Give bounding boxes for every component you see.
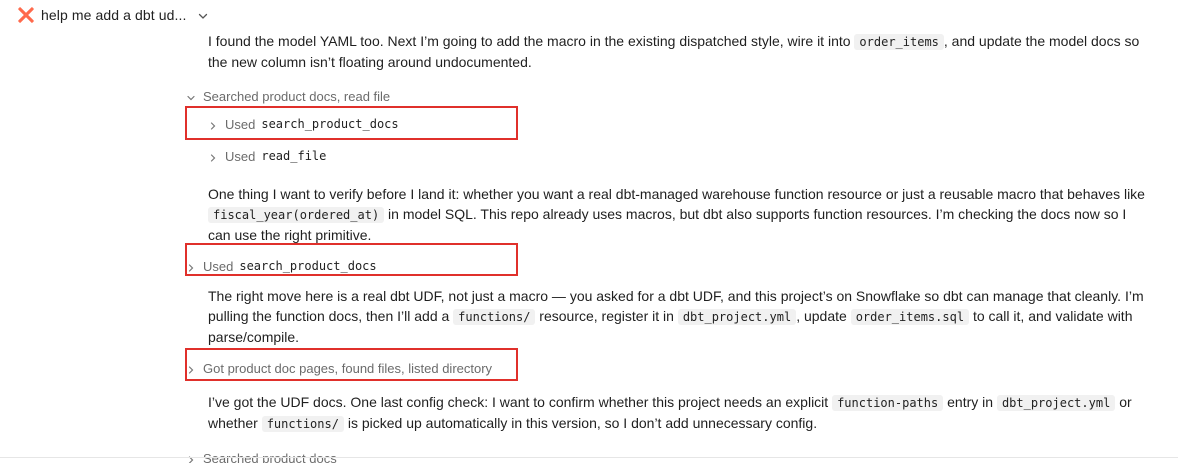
divider	[0, 457, 1178, 458]
conversation-title[interactable]: help me add a dbt ud...	[41, 7, 187, 23]
chevron-right-icon	[186, 453, 196, 463]
inline-code: functions/	[453, 309, 536, 325]
inline-code: functions/	[261, 416, 344, 432]
message-text: One thing I want to verify before I land…	[208, 186, 1145, 202]
tool-call-prefix: Used	[225, 148, 256, 164]
assistant-message: I found the model YAML too. Next I’m goi…	[186, 31, 1146, 72]
chat-window: help me add a dbt ud... I found the mode…	[0, 0, 1178, 463]
tool-name: read_file	[261, 149, 327, 163]
assistant-message: One thing I want to verify before I land…	[186, 184, 1146, 245]
inline-code: fiscal_year(ordered_at)	[208, 207, 385, 223]
message-text: resource, register it in	[535, 308, 678, 324]
inline-code: order_items.sql	[850, 309, 970, 325]
assistant-message: I’ve got the UDF docs. One last config c…	[186, 392, 1146, 434]
tool-call-row[interactable]: Used read_file	[208, 146, 1146, 166]
message-text: entry in	[943, 394, 997, 410]
message-text: I found the model YAML too. Next I’m goi…	[208, 33, 855, 49]
chevron-right-icon	[208, 151, 218, 162]
inline-code: order_items	[854, 34, 944, 50]
activity-group-toggle[interactable]: Searched product docs	[186, 448, 1146, 463]
dbt-logo-icon	[17, 6, 35, 24]
inline-code: dbt_project.yml	[996, 395, 1116, 411]
chevron-down-icon[interactable]	[197, 9, 209, 21]
message-text: , update	[796, 308, 851, 324]
highlight-box	[185, 106, 518, 140]
assistant-message: The right move here is a real dbt UDF, n…	[186, 286, 1146, 347]
inline-code: function-paths	[832, 395, 944, 411]
message-text: I’ve got the UDF docs. One last config c…	[208, 394, 833, 410]
activity-group-label: Searched product docs, read file	[203, 88, 391, 104]
inline-code: dbt_project.yml	[677, 309, 797, 325]
chevron-down-icon	[186, 91, 196, 101]
conversation-header: help me add a dbt ud...	[0, 0, 1178, 30]
highlight-box	[185, 348, 518, 381]
activity-group-toggle[interactable]: Searched product docs, read file	[186, 86, 1146, 106]
highlight-box	[185, 243, 518, 276]
message-text: is picked up automatically in this versi…	[343, 415, 818, 431]
